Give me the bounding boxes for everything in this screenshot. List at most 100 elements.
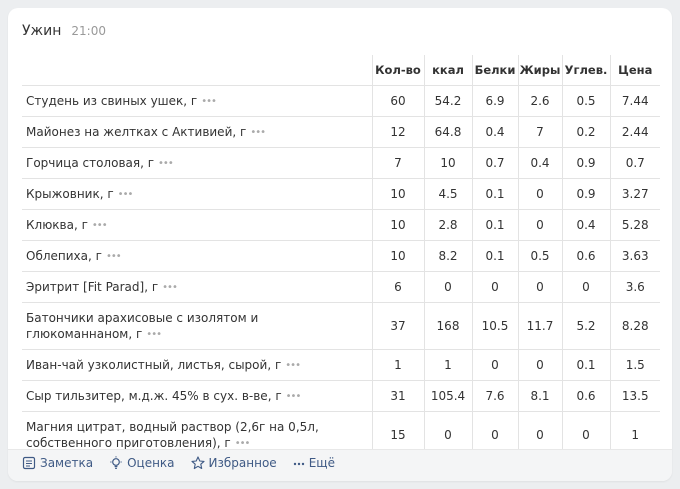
cell-quantity: 60 [371, 85, 424, 117]
table-row[interactable]: Горчица столовая, г ••• 7 10 0.7 0.4 0.9 0.7 [22, 147, 660, 179]
cell-fat: 11.7 [517, 302, 562, 350]
food-name-cell[interactable]: Эритрит [Fit Parad], г ••• [22, 271, 372, 303]
row-more-icon[interactable]: ••• [235, 438, 251, 449]
food-name: Иван-чай узколистный, листья, сырой, г [26, 357, 282, 372]
cell-protein: 0.1 [471, 240, 518, 272]
cell-quantity: 1 [371, 349, 424, 381]
note-button[interactable]: Заметка [22, 456, 93, 470]
row-more-icon[interactable]: ••• [201, 96, 217, 107]
table-row[interactable]: Эритрит [Fit Parad], г ••• 6 0 0 0 0 3.6 [22, 271, 660, 303]
cell-carbs: 0.9 [561, 178, 610, 210]
food-name: Батончики арахисовые с изолятом и глюком… [26, 310, 259, 341]
header-kcal[interactable]: ккал [423, 55, 472, 86]
cell-quantity: 7 [371, 147, 424, 179]
cell-fat: 0.5 [517, 240, 562, 272]
meal-card: Ужин 21:00 Кол-во ккал Белки Жиры Углев.… [8, 8, 672, 481]
cell-kcal: 10 [423, 147, 472, 179]
cell-price: 3.27 [609, 178, 660, 210]
row-more-icon[interactable]: ••• [106, 251, 122, 262]
meal-title: Ужин [22, 23, 62, 39]
food-name-cell[interactable]: Сыр тильзитер, м.д.ж. 45% в сух. в-ве, г… [22, 380, 372, 412]
cell-protein: 0.1 [471, 209, 518, 241]
cell-price: 3.63 [609, 240, 660, 272]
header-protein[interactable]: Белки [471, 55, 518, 86]
lightbulb-icon [109, 456, 123, 470]
rating-label: Оценка [127, 456, 175, 470]
note-icon [22, 456, 36, 470]
food-name-cell[interactable]: Горчица столовая, г ••• [22, 147, 372, 179]
food-name: Магния цитрат, водный раствор (2,6г на 0… [26, 419, 319, 450]
cell-fat: 0 [517, 349, 562, 381]
row-more-icon[interactable]: ••• [250, 127, 266, 138]
cell-price: 8.28 [609, 302, 660, 350]
food-name: Крыжовник, г [26, 186, 114, 201]
food-name: Эритрит [Fit Parad], г [26, 279, 159, 294]
cell-carbs: 0 [561, 271, 610, 303]
table-row[interactable]: Майонез на желтках с Активией, г ••• 12 64.… [22, 116, 660, 148]
cell-quantity: 10 [371, 178, 424, 210]
food-name-cell[interactable]: Клюква, г ••• [22, 209, 372, 241]
header-carbs[interactable]: Углев. [561, 55, 610, 86]
more-button[interactable]: Ещё [293, 456, 335, 470]
cell-kcal: 64.8 [423, 116, 472, 148]
meal-time: 21:00 [71, 24, 106, 38]
cell-kcal: 0 [423, 271, 472, 303]
table-row[interactable]: Крыжовник, г ••• 10 4.5 0.1 0 0.9 3.27 [22, 178, 660, 210]
cell-fat: 8.1 [517, 380, 562, 412]
cell-price: 3.6 [609, 271, 660, 303]
row-more-icon[interactable]: ••• [158, 158, 174, 169]
food-name-cell[interactable]: Иван-чай узколистный, листья, сырой, г ••… [22, 349, 372, 381]
cell-kcal: 168 [423, 302, 472, 350]
table-row[interactable]: Облепиха, г ••• 10 8.2 0.1 0.5 0.6 3.63 [22, 240, 660, 272]
cell-protein: 0.4 [471, 116, 518, 148]
cell-protein: 0.7 [471, 147, 518, 179]
table-row[interactable]: Клюква, г ••• 10 2.8 0.1 0 0.4 5.28 [22, 209, 660, 241]
header-quantity[interactable]: Кол-во [371, 55, 424, 86]
cell-quantity: 10 [371, 209, 424, 241]
food-name: Студень из свиных ушек, г [26, 93, 198, 108]
cell-quantity: 31 [371, 380, 424, 412]
cell-fat: 0.4 [517, 147, 562, 179]
food-name-cell[interactable]: Майонез на желтках с Активией, г ••• [22, 116, 372, 148]
cell-quantity: 10 [371, 240, 424, 272]
cell-price: 5.28 [609, 209, 660, 241]
row-more-icon[interactable]: ••• [146, 329, 162, 340]
table-row[interactable]: Батончики арахисовые с изолятом и глюком… [22, 302, 660, 350]
cell-fat: 0 [517, 178, 562, 210]
food-name-cell[interactable]: Студень из свиных ушек, г ••• [22, 85, 372, 117]
row-more-icon[interactable]: ••• [285, 360, 301, 371]
food-name: Сыр тильзитер, м.д.ж. 45% в сух. в-ве, г [26, 388, 282, 403]
footer-actions: Заметка Оценка Избранное Ещё [22, 456, 335, 470]
cell-fat: 0 [517, 209, 562, 241]
rating-button[interactable]: Оценка [109, 456, 175, 470]
table-row[interactable]: Сыр тильзитер, м.д.ж. 45% в сух. в-ве, г… [22, 380, 660, 412]
food-name-cell[interactable]: Батончики арахисовые с изолятом и глюком… [22, 302, 372, 350]
cell-carbs: 0.9 [561, 147, 610, 179]
header-name [22, 55, 372, 86]
header-fat[interactable]: Жиры [517, 55, 562, 86]
more-dots-icon [293, 456, 305, 470]
row-more-icon[interactable]: ••• [118, 189, 134, 200]
table-row[interactable]: Иван-чай узколистный, листья, сырой, г ••… [22, 349, 660, 381]
row-more-icon[interactable]: ••• [286, 391, 302, 402]
meal-header: Ужин 21:00 [22, 23, 106, 43]
table-row[interactable]: Студень из свиных ушек, г ••• 60 54.2 6.9 2.6… [22, 85, 660, 117]
food-name: Горчица столовая, г [26, 155, 155, 170]
cell-carbs: 0.4 [561, 209, 610, 241]
food-name-cell[interactable]: Крыжовник, г ••• [22, 178, 372, 210]
cell-kcal: 1 [423, 349, 472, 381]
cell-carbs: 0.6 [561, 240, 610, 272]
cell-kcal: 54.2 [423, 85, 472, 117]
row-more-icon[interactable]: ••• [92, 220, 108, 231]
more-label: Ещё [308, 456, 335, 470]
cell-protein: 0 [471, 349, 518, 381]
cell-carbs: 0.6 [561, 380, 610, 412]
row-more-icon[interactable]: ••• [162, 282, 178, 293]
header-price[interactable]: Цена [609, 55, 660, 86]
favorite-button[interactable]: Избранное [190, 456, 277, 470]
favorite-label: Избранное [208, 456, 277, 470]
food-name: Облепиха, г [26, 248, 102, 263]
cell-protein: 6.9 [471, 85, 518, 117]
note-label: Заметка [40, 456, 94, 470]
food-name-cell[interactable]: Облепиха, г ••• [22, 240, 372, 272]
